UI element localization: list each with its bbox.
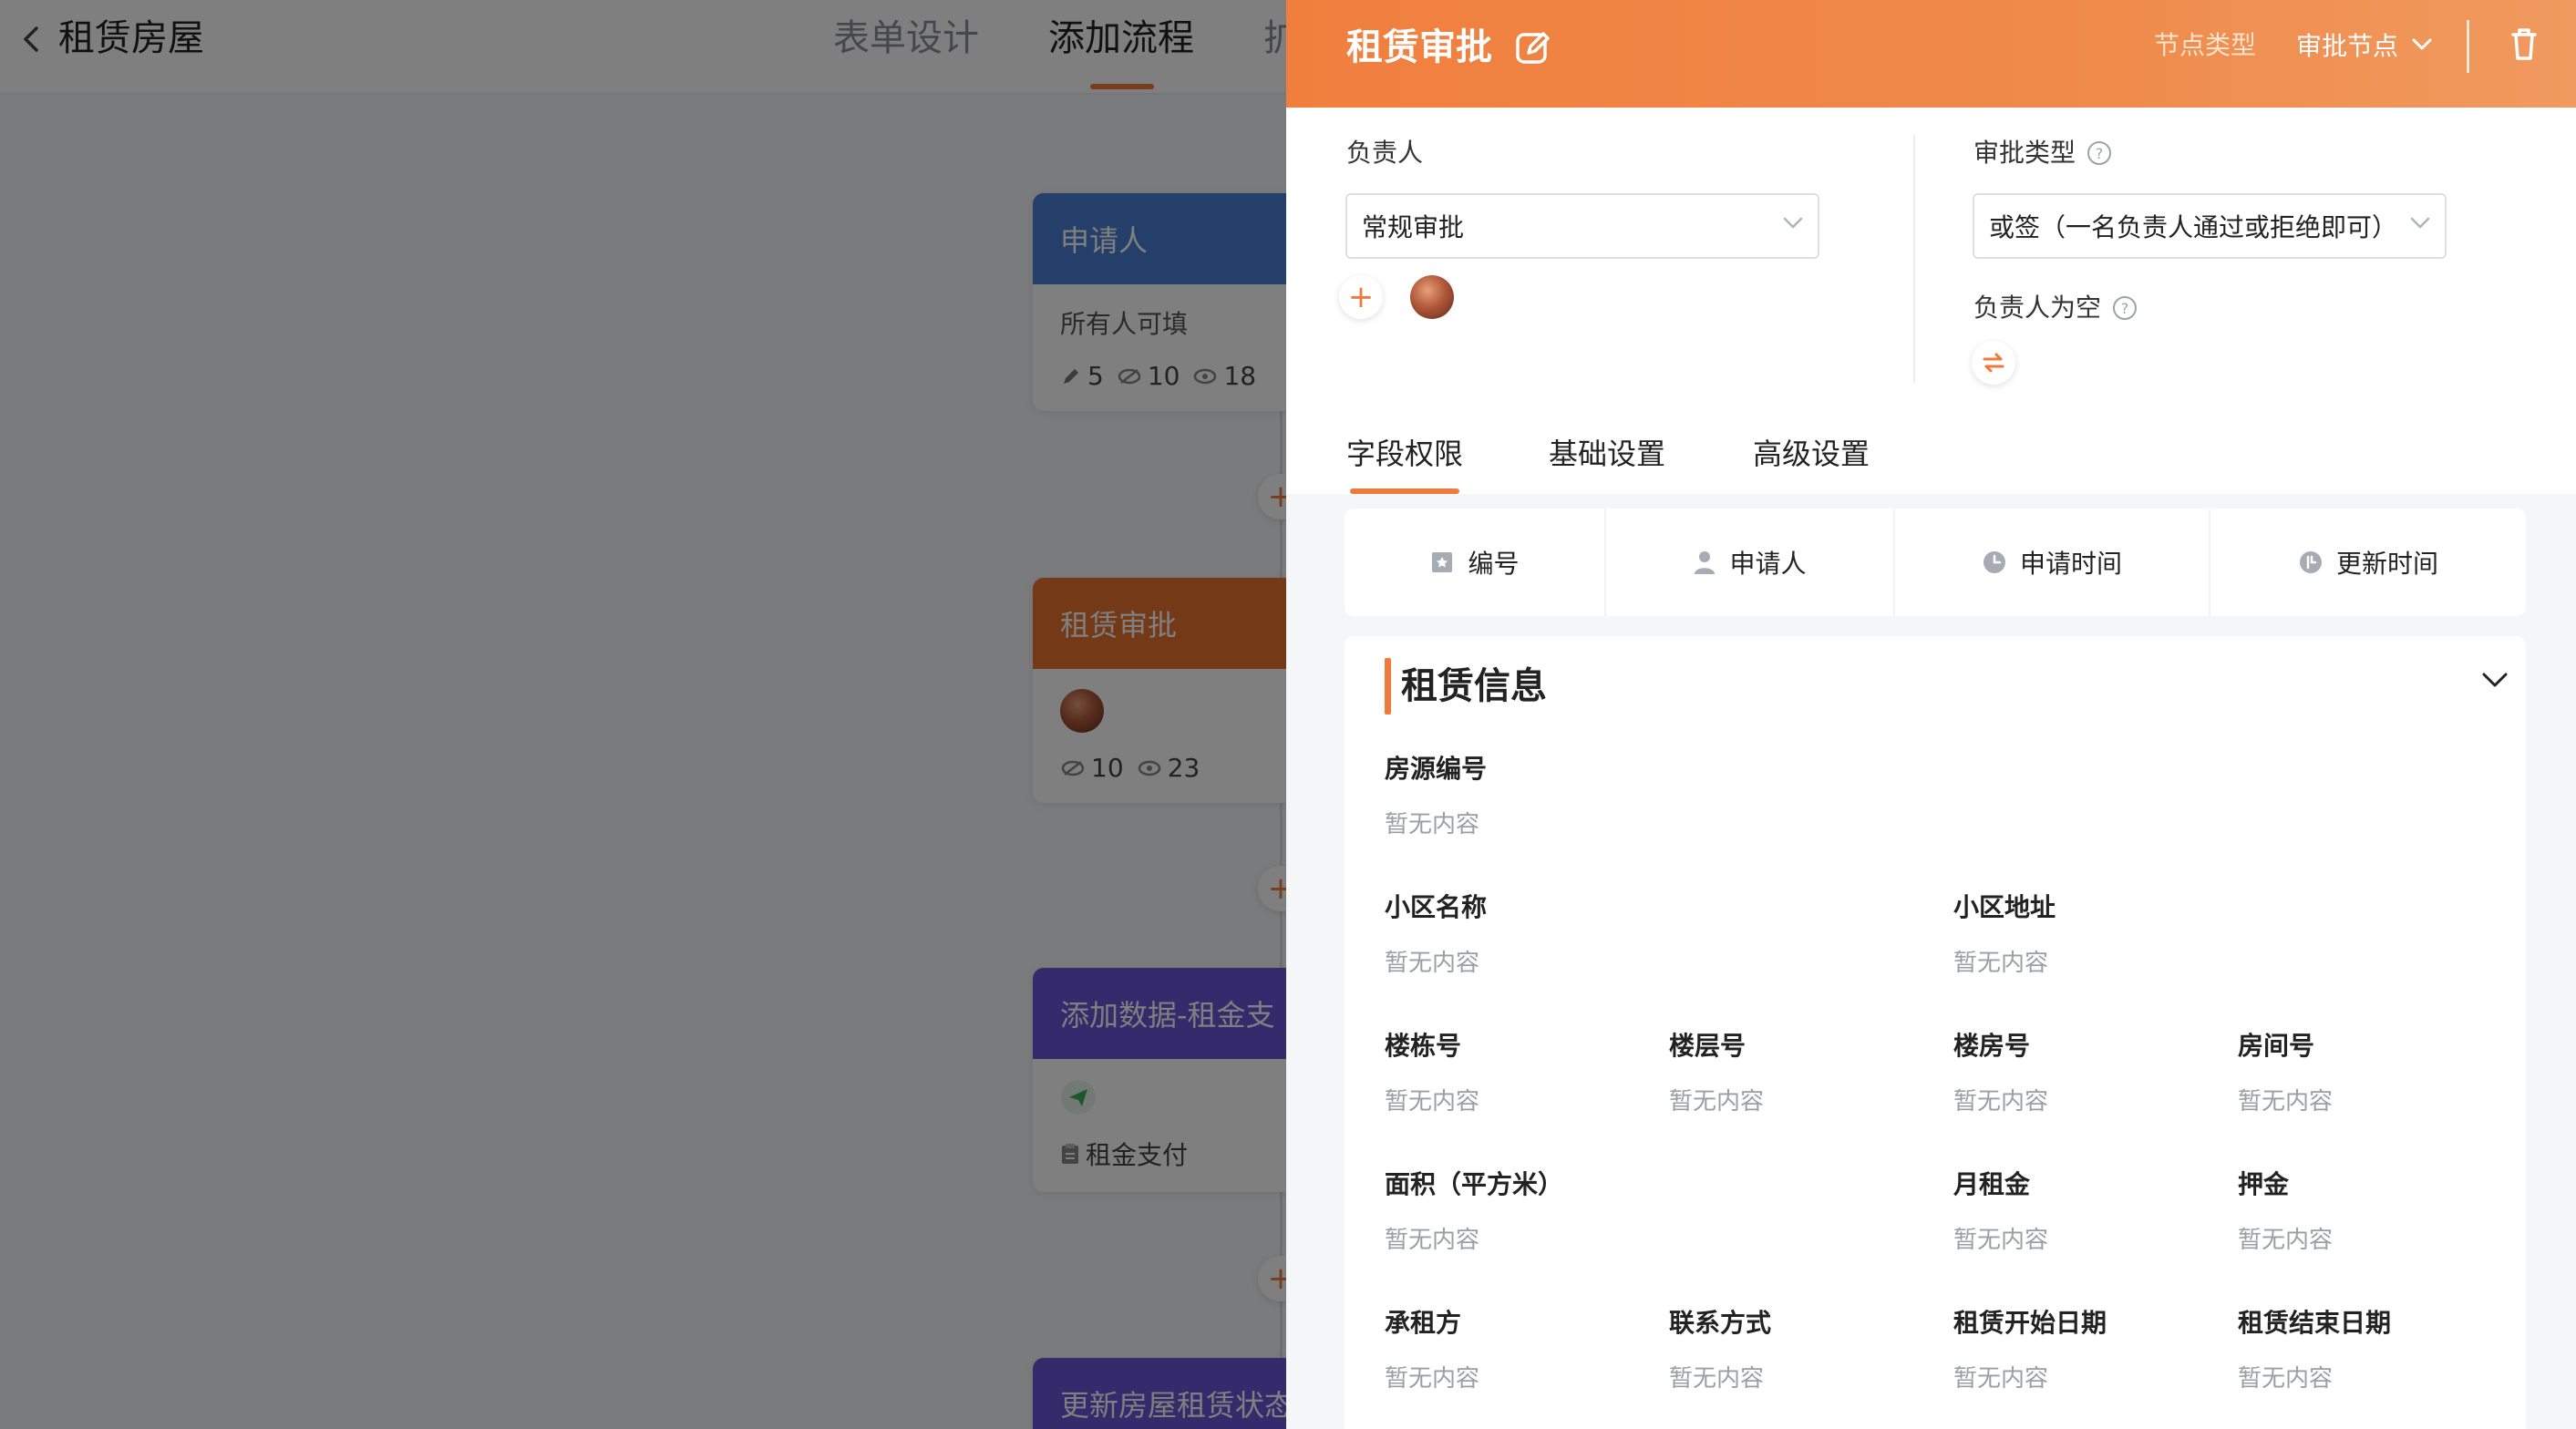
field-label-unit-no[interactable]: 楼房号 [1953, 1028, 2030, 1064]
chevron-down-icon[interactable] [2478, 663, 2511, 696]
swap-icon [1983, 353, 2004, 373]
assignee-select[interactable]: 常规审批 [1345, 193, 1819, 259]
drawer-header: 租赁审批 节点类型 审批节点 [1286, 0, 2576, 108]
header-divider [2467, 20, 2469, 73]
assignee-select-value: 常规审批 [1362, 212, 1465, 242]
field-value-empty: 暂无内容 [1953, 1088, 2049, 1115]
field-value-empty: 暂无内容 [2238, 1088, 2334, 1115]
field-label-lease-start[interactable]: 租赁开始日期 [1953, 1305, 2107, 1342]
field-label-community-address[interactable]: 小区地址 [1953, 889, 2056, 926]
chevron-down-icon [1783, 217, 1803, 229]
field-label-lease-end[interactable]: 租赁结束日期 [2238, 1305, 2391, 1342]
svg-text:?: ? [2096, 145, 2104, 162]
node-type-value: 审批节点 [2296, 31, 2399, 61]
approval-type-select[interactable]: 或签（一名负责人通过或拒绝即可） [1973, 193, 2447, 259]
tab-field-permissions[interactable]: 字段权限 [1346, 434, 1463, 474]
field-value-empty: 暂无内容 [1953, 1365, 2049, 1393]
section-card-lease-info: 租赁信息 房源编号 暂无内容 小区名称 暂无内容 小区地址 暂无内容 楼栋号 暂… [1345, 636, 2526, 1429]
edit-icon[interactable] [1512, 27, 1552, 67]
drawer-title: 租赁审批 [1346, 26, 1492, 68]
system-fields-row: 编号 申请人 申请时间 更新时间 [1345, 509, 2526, 616]
tab-basic-settings[interactable]: 基础设置 [1549, 434, 1665, 474]
chevron-down-icon [2410, 217, 2430, 229]
field-value-empty: 暂无内容 [2238, 1227, 2334, 1254]
tab-advanced-settings[interactable]: 高级设置 [1753, 434, 1870, 474]
field-value-empty: 暂无内容 [1953, 1227, 2049, 1254]
section-title: 租赁信息 [1401, 665, 1547, 707]
field-value-empty: 暂无内容 [1385, 1227, 1480, 1254]
field-value-empty: 暂无内容 [1669, 1088, 1765, 1115]
update-clock-icon [2299, 551, 2322, 573]
assignee-avatar[interactable] [1410, 275, 1454, 319]
clock-icon [1983, 551, 2005, 573]
node-settings-drawer: 租赁审批 节点类型 审批节点 负责人 常规审批 + 审批类型 ? 或签（一名负责… [1286, 0, 2576, 1429]
field-label-monthly-rent[interactable]: 月租金 [1953, 1167, 2030, 1203]
empty-assignee-switch-button[interactable] [1972, 341, 2015, 385]
field-value-empty: 暂无内容 [1953, 950, 2049, 977]
field-label-building-no[interactable]: 楼栋号 [1385, 1028, 1461, 1064]
field-label-community-name[interactable]: 小区名称 [1385, 889, 1487, 926]
chevron-down-icon [2412, 38, 2432, 50]
system-field-label: 编号 [1468, 549, 1520, 579]
empty-assignee-label: 负责人为空 ? [1973, 290, 2138, 326]
field-value-empty: 暂无内容 [2238, 1365, 2334, 1393]
node-type-select[interactable]: 审批节点 [2296, 22, 2433, 67]
field-label-area[interactable]: 面积（平方米） [1385, 1167, 1563, 1203]
section-accent-bar [1385, 658, 1391, 714]
approval-type-label: 审批类型 ? [1973, 135, 2112, 171]
system-field-label: 更新时间 [2335, 549, 2438, 579]
field-label-house-no[interactable]: 房源编号 [1385, 751, 1487, 787]
field-label-floor-no[interactable]: 楼层号 [1669, 1028, 1746, 1064]
system-field-apply-time[interactable]: 申请时间 [1895, 509, 2210, 616]
active-tab-indicator [1350, 488, 1459, 494]
node-type-label: 节点类型 [2154, 30, 2257, 60]
trash-icon[interactable] [2504, 24, 2544, 64]
system-field-applicant[interactable]: 申请人 [1606, 509, 1895, 616]
field-value-empty: 暂无内容 [1669, 1365, 1765, 1393]
help-icon[interactable]: ? [2087, 140, 2112, 166]
system-field-label: 申请时间 [2019, 549, 2122, 579]
field-label-room-no[interactable]: 房间号 [2238, 1028, 2314, 1064]
field-value-empty: 暂无内容 [1385, 811, 1480, 838]
system-field-id[interactable]: 编号 [1345, 509, 1606, 616]
help-icon[interactable]: ? [2112, 295, 2138, 321]
field-value-empty: 暂无内容 [1385, 950, 1480, 977]
settings-panel: 负责人 常规审批 + 审批类型 ? 或签（一名负责人通过或拒绝即可） 负责人为空… [1286, 108, 2576, 494]
field-label-deposit[interactable]: 押金 [2238, 1167, 2289, 1203]
system-field-label: 申请人 [1729, 549, 1807, 579]
field-value-empty: 暂无内容 [1385, 1365, 1480, 1393]
field-label-contact[interactable]: 联系方式 [1669, 1305, 1771, 1342]
column-divider [1913, 135, 1915, 383]
assignee-label: 负责人 [1346, 135, 1423, 171]
approval-type-select-value: 或签（一名负责人通过或拒绝即可） [1989, 212, 2398, 242]
person-icon [1695, 551, 1716, 574]
empty-assignee-label-text: 负责人为空 [1973, 293, 2102, 323]
assignee-label-text: 负责人 [1346, 138, 1424, 168]
add-assignee-button[interactable]: + [1339, 275, 1383, 319]
field-label-tenant[interactable]: 承租方 [1385, 1305, 1461, 1342]
field-value-empty: 暂无内容 [1385, 1088, 1480, 1115]
approval-type-label-text: 审批类型 [1973, 138, 2076, 168]
system-field-update-time[interactable]: 更新时间 [2210, 509, 2526, 616]
svg-text:?: ? [2121, 300, 2129, 317]
id-badge-icon [1432, 552, 1453, 572]
